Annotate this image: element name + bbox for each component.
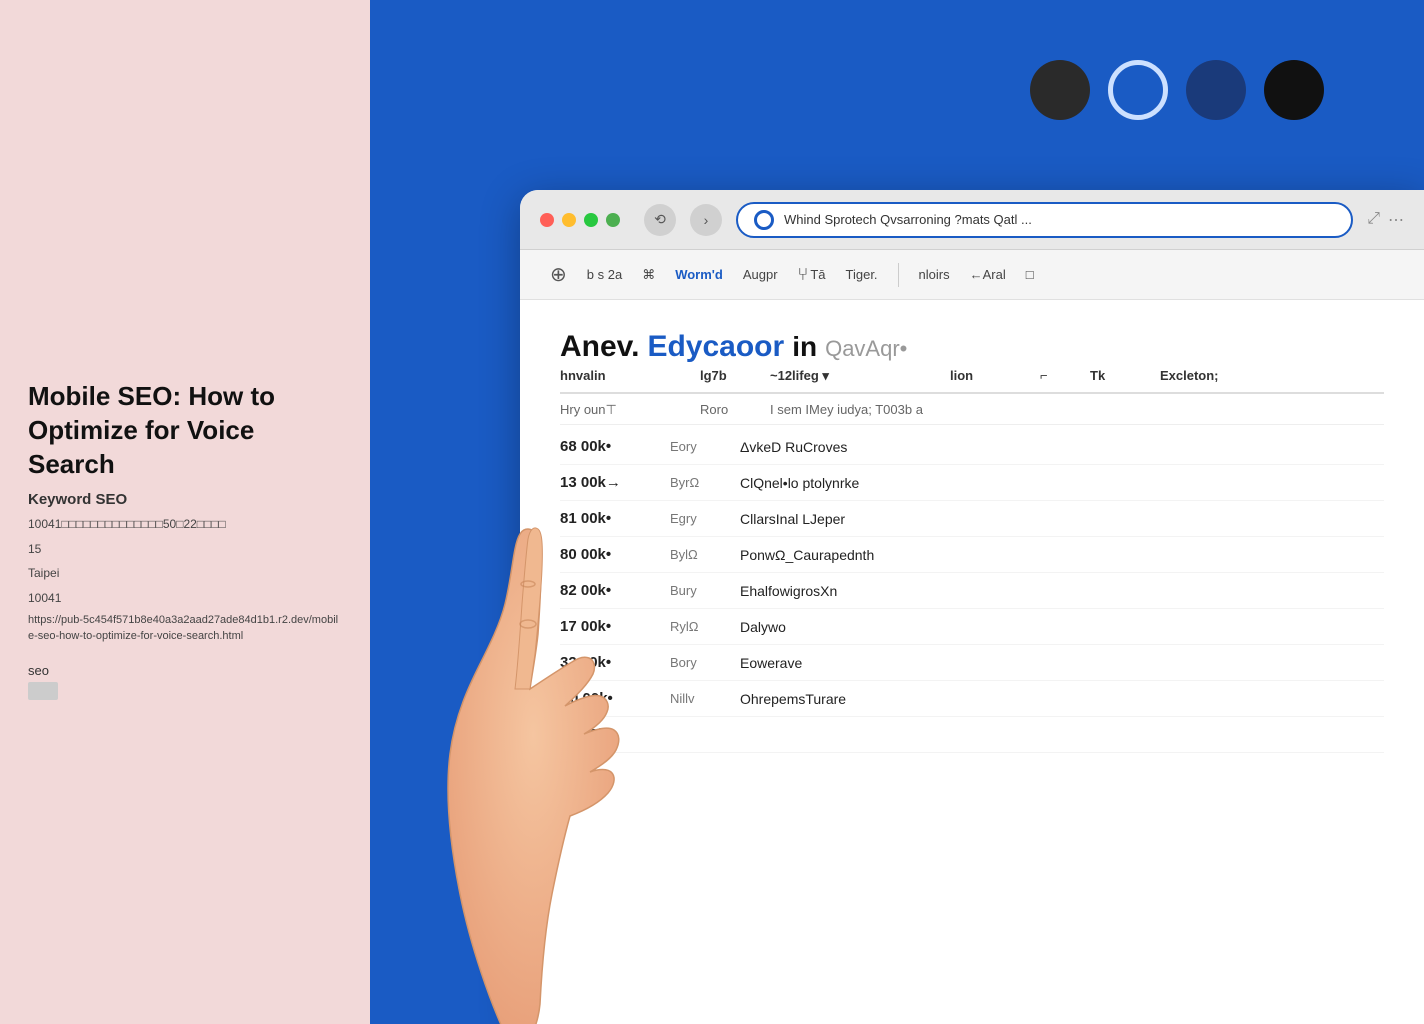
table-row: S0 00k• Nillv OhrepemsTurare [560,681,1384,717]
browser-window: ⟲ › Whind Sprotech Qvsarroning ?mats Qat… [520,190,1424,1024]
address-bar[interactable]: Whind Sprotech Qvsarroning ?mats Qatl ..… [736,202,1353,238]
sidebar-meta-line1: 10041□□□□□□□□□□□□□□50□22□□□□ [28,514,342,534]
toolbar-item-tiger[interactable]: Tiger. [846,267,878,282]
row6-num: 32 00k• [560,654,670,671]
content-title-part1: Anev. [560,330,639,364]
row1-num: 13 00k→ [560,474,670,491]
row5-num: 17 00k• [560,618,670,635]
row6-type: Bory [670,655,740,670]
share-icon[interactable]: ⤢ [1367,210,1380,230]
th-col1: hnvalin [560,368,700,384]
row1-name: ClQnel•lo ptolynrke [740,475,1384,491]
traffic-light-green[interactable] [584,213,598,227]
toolbar-item-fork[interactable]: ⑂ Tā [798,264,826,285]
toolbar-item-augpr[interactable]: Augpr [743,267,778,282]
toolbar-item-2[interactable]: ⌘ [642,267,655,283]
content-title-row: Anev. Edycaoor in QavAqr• [560,330,1384,364]
sidebar-meta-line2: 15 [28,539,342,559]
th-col7: Excleton; [1160,368,1384,384]
forward-button[interactable]: › [690,204,722,236]
traffic-light-extra[interactable] [606,213,620,227]
address-bar-circle-icon [754,210,774,230]
th-col6: Tk [1090,368,1160,384]
table-row: 68 00k• Eory ΔvkeD RuCroves [560,429,1384,465]
row4-name: EhalfowigrosXn [740,583,1384,599]
row0-type: Eory [670,439,740,454]
data-rows-container: 68 00k• Eory ΔvkeD RuCroves 13 00k→ ByrΩ… [560,429,1384,753]
table-row: 13 00k→ ByrΩ ClQnel•lo ptolynrke [560,465,1384,501]
row0-num: 68 00k• [560,438,670,455]
toolbar-item-nloirs[interactable]: nloirs [919,267,950,282]
table-header-row: hnvalin lg7b ~12lifeg ▾ lion ⌐ Tk Exclet… [560,368,1384,394]
row2-num: 81 00k• [560,510,670,527]
main-area: ⟲ › Whind Sprotech Qvsarroning ?mats Qat… [370,0,1424,1024]
traffic-light-yellow[interactable] [562,213,576,227]
browser-content: Anev. Edycaoor in QavAqr• hnvalin lg7b ~… [520,300,1424,1024]
browser-toolbar-right: ⤢ ⋯ [1367,210,1404,230]
sidebar-url: https://pub-5c454f571b8e40a3a2aad27ade84… [28,612,342,645]
traffic-light-red[interactable] [540,213,554,227]
subh-col1: Hry oun⊤ [560,402,700,418]
row3-name: PonwΩ_Caurapednth [740,547,1384,563]
browser-chrome: ⟲ › Whind Sprotech Qvsarroning ?mats Qat… [520,190,1424,250]
toolbar-item-aral[interactable]: ←Aral [970,267,1006,282]
table-row: 8F 00k• [560,717,1384,753]
sidebar-tag: seo [28,663,342,678]
row1-type: ByrΩ [670,475,740,490]
th-col5: ⌐ [1040,368,1090,384]
circle-4 [1264,60,1324,120]
table-subheader-row: Hry oun⊤ Roro I sem IMey iudya; T003b a [560,396,1384,425]
row5-name: Dalywo [740,619,1384,635]
menu-icon[interactable]: ⋯ [1388,210,1404,230]
subh-col3: I sem IMey iudya; T003b a [770,402,1384,418]
th-col3: ~12lifeg ▾ [770,368,950,384]
back-button[interactable]: ⟲ [644,204,676,236]
circle-2 [1108,60,1168,120]
row8-num: 8F 00k• [560,726,670,743]
forward-icon: › [704,212,709,228]
sidebar-meta-line4: 10041 [28,588,342,608]
row4-num: 82 00k• [560,582,670,599]
sidebar-meta-line3: Taipei [28,563,342,583]
circle-3 [1186,60,1246,120]
sidebar-title: Mobile SEO: How to Optimize for Voice Se… [28,380,342,481]
table-row: 80 00k• BylΩ PonwΩ_Caurapednth [560,537,1384,573]
row2-type: Egry [670,511,740,526]
row0-name: ΔvkeD RuCroves [740,439,1384,455]
row3-num: 80 00k• [560,546,670,563]
subh-col2: Roro [700,402,770,418]
toolbar-item-more[interactable]: □ [1026,267,1034,282]
row7-num: S0 00k• [560,690,670,707]
row3-type: BylΩ [670,547,740,562]
table-row: 81 00k• Egry CllarsInal LJeper [560,501,1384,537]
th-col2: lg7b [700,368,770,384]
content-title-part3: in [792,331,817,363]
toolbar-separator [898,263,899,287]
table-row: 82 00k• Bury EhalfowigrosXn [560,573,1384,609]
decorative-circles [1030,60,1324,120]
back-icon: ⟲ [654,211,666,228]
browser-secondary-toolbar: ⊕ b s 2a ⌘ Worm'd Augpr ⑂ Tā Tiger. nloi… [520,250,1424,300]
sidebar-tag-box [28,682,58,700]
content-subtitle: QavAqr• [825,336,907,362]
row7-type: Nillv [670,691,740,706]
sidebar-keyword: Keyword SEO [28,491,342,508]
toolbar-item-1[interactable]: b s 2a [587,267,622,282]
toolbar-item-0[interactable]: ⊕ [550,262,567,287]
row4-type: Bury [670,583,740,598]
table-row: 17 00k• RylΩ Dalywo [560,609,1384,645]
address-bar-text: Whind Sprotech Qvsarroning ?mats Qatl ..… [784,212,1335,227]
row6-name: Eowerave [740,655,1384,671]
table-row: 32 00k• Bory Eowerave [560,645,1384,681]
sidebar: Mobile SEO: How to Optimize for Voice Se… [0,0,370,1024]
traffic-lights [540,213,620,227]
th-col4: lion [950,368,1040,384]
row2-name: CllarsInal LJeper [740,511,1384,527]
circle-1 [1030,60,1090,120]
row7-name: OhrepemsTurare [740,691,1384,707]
row5-type: RylΩ [670,619,740,634]
content-title-part2: Edycaoor [647,330,784,364]
toolbar-item-worm[interactable]: Worm'd [675,267,723,282]
